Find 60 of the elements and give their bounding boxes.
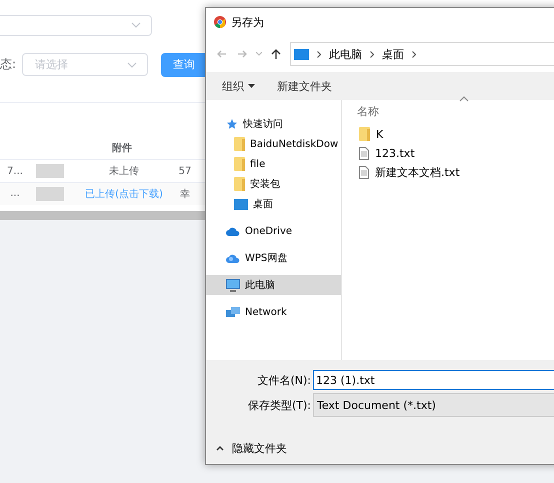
filter-label: 态:: [0, 56, 18, 74]
computer-icon: [226, 278, 240, 292]
nav-item[interactable]: WPS网盘: [206, 248, 341, 268]
cloud-icon: [226, 226, 240, 236]
file-list-row[interactable]: 123.txt: [342, 144, 554, 162]
nav-item[interactable]: file: [206, 154, 341, 174]
document-icon: [359, 166, 369, 178]
filetype-select[interactable]: Text Document (*.txt): [313, 393, 554, 417]
nav-item[interactable]: 快速访问: [206, 114, 341, 134]
collapse-caret-icon[interactable]: [459, 96, 469, 102]
chevron-right-icon: [370, 50, 374, 58]
table-cell-text: ...: [9, 188, 21, 200]
filename-label: 文件名(N):: [256, 372, 311, 388]
folder-icon: [234, 157, 245, 171]
nav-item[interactable]: BaiduNetdiskDow: [206, 134, 341, 154]
back-icon[interactable]: [216, 48, 228, 60]
table-cell-text: 幸: [179, 188, 191, 201]
desktop-icon: [234, 198, 248, 210]
table-cell-text: 未上传: [108, 164, 140, 178]
up-arrow-icon[interactable]: [270, 48, 282, 60]
cloud-icon: [226, 253, 240, 263]
select-field[interactable]: [0, 15, 152, 36]
nav-item[interactable]: OneDrive: [206, 221, 341, 241]
filename-field[interactable]: 123 (1).txt: [313, 370, 554, 390]
folder-icon: [234, 177, 245, 191]
nav-item[interactable]: Network: [206, 302, 341, 322]
nav-item[interactable]: 安装包: [206, 174, 341, 194]
window-title: 另存为: [231, 14, 264, 30]
breadcrumb-item[interactable]: 此电脑: [329, 46, 362, 62]
chevron-down-icon[interactable]: [256, 52, 262, 56]
blurred-cell: [36, 186, 64, 201]
column-header[interactable]: 名称: [342, 104, 554, 124]
address-bar[interactable]: 此电脑 桌面: [290, 42, 554, 66]
chevron-down-icon: [131, 22, 141, 28]
chevron-right-icon: [317, 50, 321, 58]
table-cell-text: 7...: [6, 166, 24, 177]
file-list-row[interactable]: K: [342, 125, 554, 143]
browser-logo-icon: [214, 16, 226, 28]
file-list-row[interactable]: 新建文本文档.txt: [342, 163, 554, 181]
folder-icon: [234, 137, 245, 151]
chevron-right-icon: [412, 50, 416, 58]
table-cell: 57: [178, 166, 192, 177]
filetype-label: 保存类型(T):: [246, 398, 311, 412]
computer-icon: [294, 48, 309, 60]
breadcrumb-item[interactable]: 桌面: [382, 46, 404, 62]
document-icon: [359, 146, 369, 160]
chevron-down-icon: [127, 62, 137, 68]
blurred-cell: [36, 164, 64, 178]
hide-folders-button[interactable]: 隐藏文件夹: [216, 441, 287, 456]
new-folder-button[interactable]: 新建文件夹: [277, 78, 332, 94]
organize-button[interactable]: 组织: [222, 78, 255, 94]
star-icon: [226, 118, 238, 130]
column-header: 附件: [111, 142, 133, 156]
caret-icon: [248, 84, 255, 88]
network-icon: [226, 306, 240, 318]
folder-icon: [359, 127, 370, 141]
nav-item[interactable]: 桌面: [206, 194, 341, 214]
nav-item[interactable]: 此电脑: [206, 275, 341, 295]
chevron-up-icon: [216, 446, 224, 451]
forward-icon[interactable]: [236, 48, 248, 60]
